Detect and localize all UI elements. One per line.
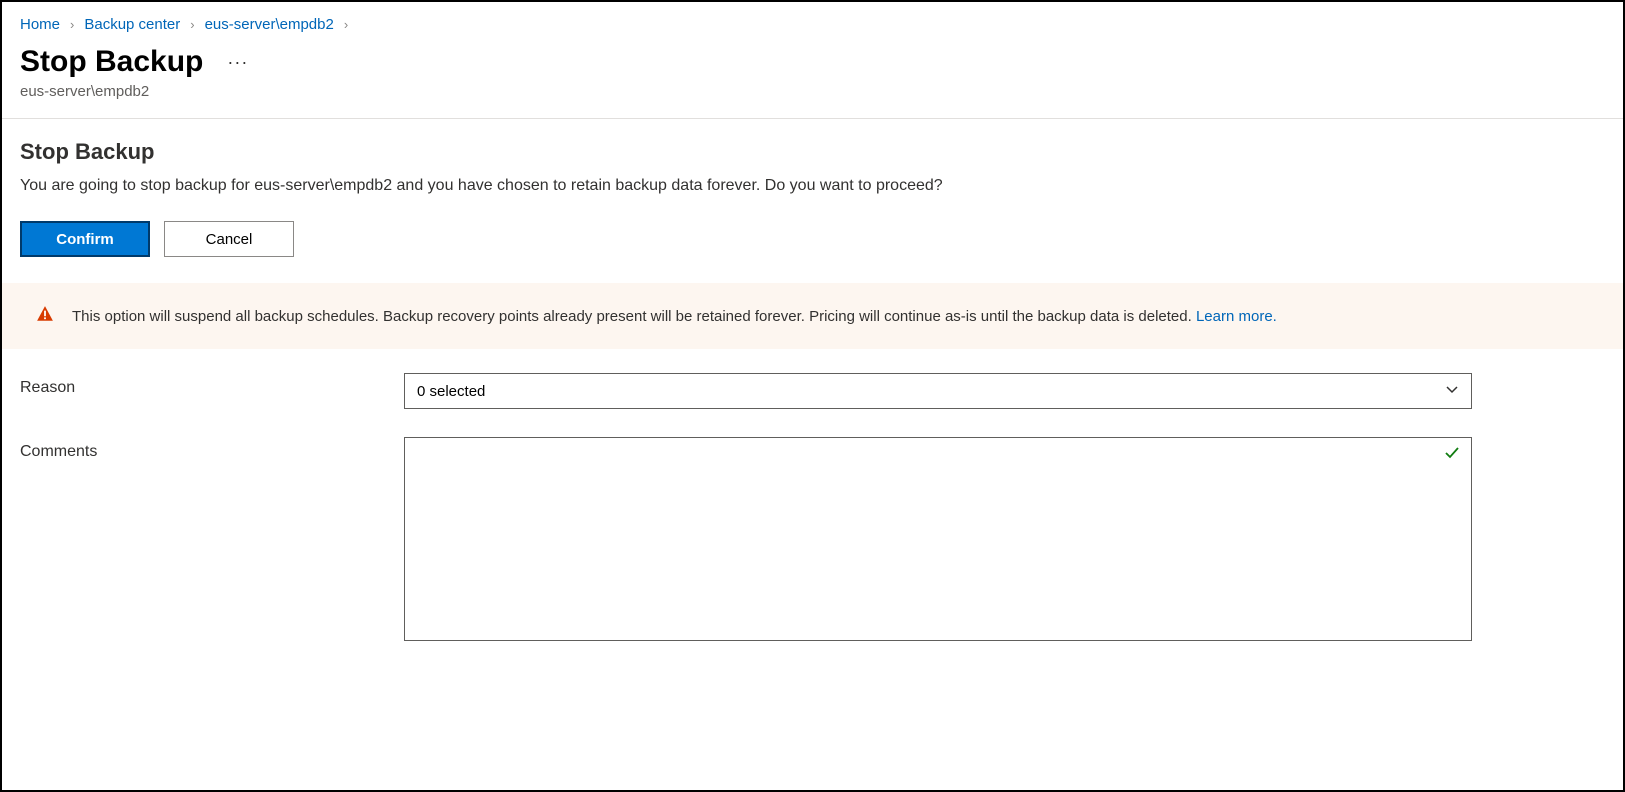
reason-select-value: 0 selected [417,383,485,400]
comments-label: Comments [20,437,404,461]
banner-message: This option will suspend all backup sche… [72,308,1196,325]
breadcrumb-home[interactable]: Home [20,16,60,33]
page-title: Stop Backup [20,45,203,79]
chevron-down-icon [1445,383,1459,400]
reason-label: Reason [20,373,404,397]
cancel-button[interactable]: Cancel [164,221,294,257]
banner-text: This option will suspend all backup sche… [72,308,1277,325]
info-banner: This option will suspend all backup sche… [2,283,1623,349]
more-actions-icon[interactable]: ··· [227,52,248,73]
page-subtitle: eus-server\empdb2 [20,83,1605,100]
breadcrumb-resource[interactable]: eus-server\empdb2 [205,16,334,33]
comments-textarea[interactable] [404,437,1472,641]
section-description: You are going to stop backup for eus-ser… [20,177,1605,195]
learn-more-link[interactable]: Learn more. [1196,308,1277,325]
breadcrumb: Home › Backup center › eus-server\empdb2… [2,2,1623,39]
section-title: Stop Backup [20,139,1605,165]
form-area: Reason 0 selected Comments [2,349,1623,696]
reason-select[interactable]: 0 selected [404,373,1472,409]
page-header: Stop Backup ··· eus-server\empdb2 [2,39,1623,118]
confirm-button[interactable]: Confirm [20,221,150,257]
chevron-right-icon: › [190,17,194,32]
confirm-section: Stop Backup You are going to stop backup… [2,119,1623,283]
warning-icon [36,305,54,327]
breadcrumb-backup-center[interactable]: Backup center [84,16,180,33]
chevron-right-icon: › [344,17,348,32]
chevron-right-icon: › [70,17,74,32]
